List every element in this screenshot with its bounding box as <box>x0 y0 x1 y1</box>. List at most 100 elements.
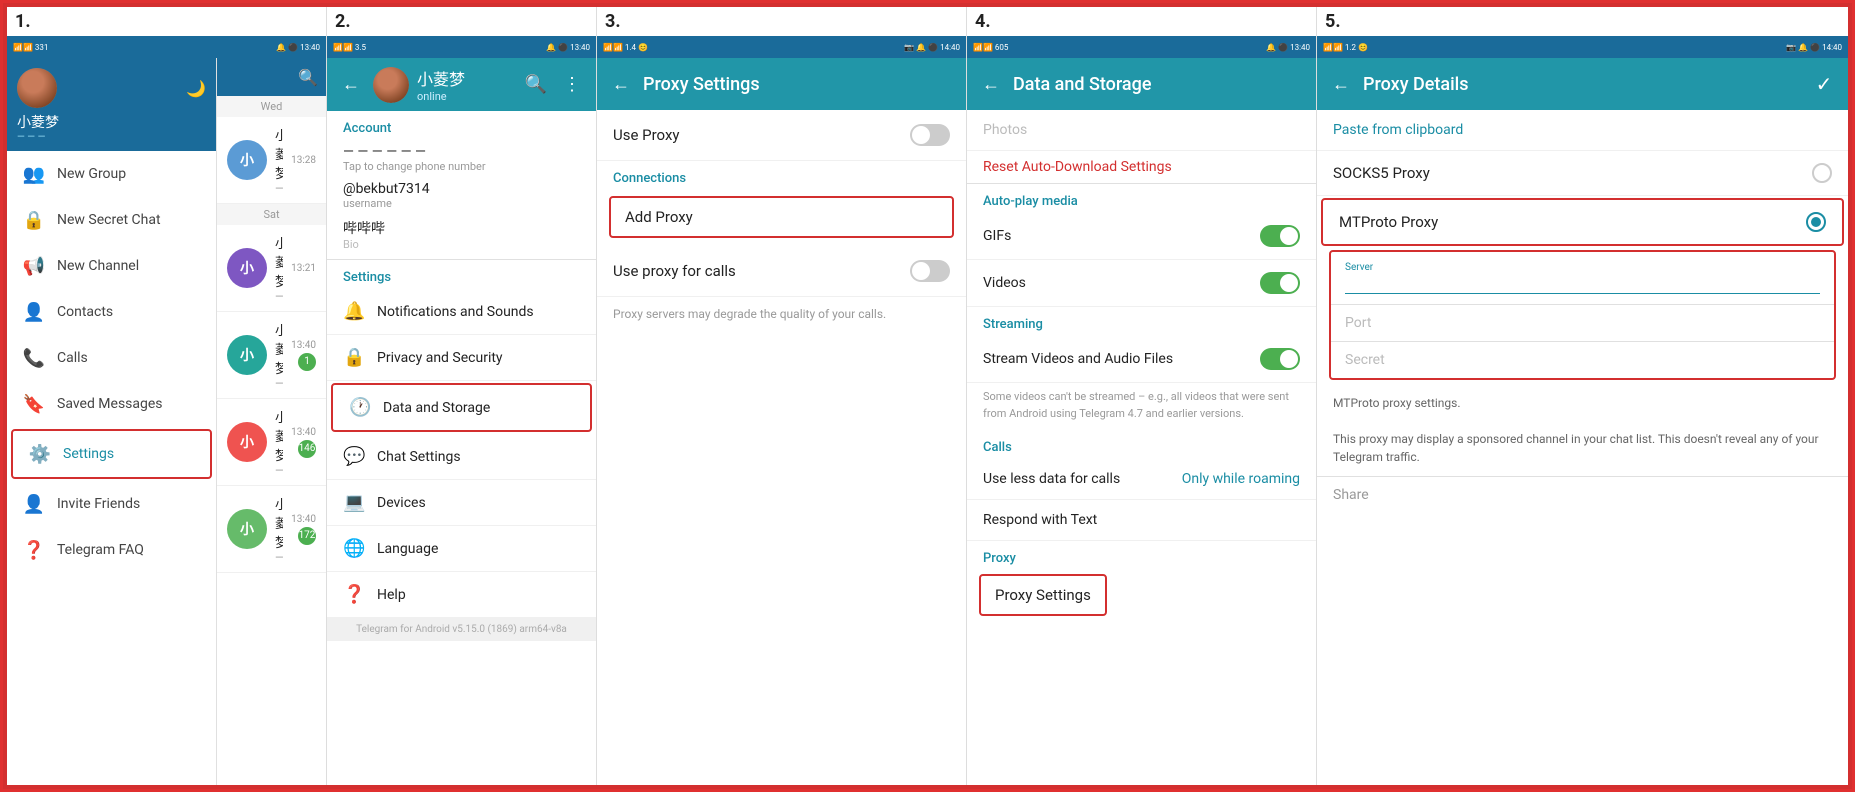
photos-row: Photos <box>967 110 1316 151</box>
chat-item[interactable]: 小 小菱梦 — — — 13:40 146 <box>217 399 326 486</box>
use-proxy-toggle[interactable] <box>910 124 950 146</box>
respond-label: Respond with Text <box>983 512 1097 528</box>
sidebar-item-new-channel[interactable]: 📢 New Channel <box>7 243 216 289</box>
mtproto-radio[interactable] <box>1806 212 1826 232</box>
sidebar-item-new-secret-chat[interactable]: 🔒 New Secret Chat <box>7 197 216 243</box>
status-left-5: 📶📶 1.2 😊 <box>1323 43 1368 52</box>
share-label[interactable]: Share <box>1333 487 1369 503</box>
settings-item-privacy[interactable]: 🔒 Privacy and Security <box>327 335 596 381</box>
proxy-desc: Proxy servers may degrade the quality of… <box>597 297 966 331</box>
sidebar-item-calls[interactable]: 📞 Calls <box>7 335 216 381</box>
use-proxy-calls-label: Use proxy for calls <box>613 262 736 280</box>
streaming-title: Streaming <box>967 307 1316 336</box>
sidebar-item-contacts[interactable]: 👤 Contacts <box>7 289 216 335</box>
status-bar-1: 📶📶 331 🔔 ⚫ 13:40 <box>7 36 326 58</box>
stream-row: Stream Videos and Audio Files <box>967 336 1316 383</box>
server-input[interactable] <box>1345 275 1820 294</box>
back-button-5[interactable]: ← <box>1327 70 1355 98</box>
use-proxy-calls-toggle[interactable] <box>910 260 950 282</box>
chat-meta: 13:40 146 <box>291 427 316 458</box>
settings-item-devices[interactable]: 💻 Devices <box>327 480 596 526</box>
moon-icon[interactable]: 🌙 <box>186 79 206 98</box>
add-proxy-button[interactable]: Add Proxy <box>609 196 954 238</box>
chat-info: 小菱梦 — — — <box>275 233 283 303</box>
socks5-radio[interactable] <box>1812 163 1832 183</box>
tg-version: Telegram for Android v5.15.0 (1869) arm6… <box>327 618 596 641</box>
step-1-label: 1. <box>7 7 326 36</box>
sidebar-item-settings[interactable]: ⚙️ Settings <box>11 429 212 479</box>
back-button-3[interactable]: ← <box>607 70 635 98</box>
chat-name: 小菱梦 <box>275 407 283 464</box>
group-icon: 👥 <box>23 163 45 185</box>
chat-badge: 1 <box>298 353 316 371</box>
help-icon: ❓ <box>343 584 365 605</box>
videos-label: Videos <box>983 275 1026 291</box>
chat-item[interactable]: 小 小菱梦 — — — 13:40 172 <box>217 486 326 573</box>
search-icon[interactable]: 🔍 <box>298 68 318 87</box>
gifs-toggle[interactable] <box>1260 225 1300 247</box>
settings-item-notifications[interactable]: 🔔 Notifications and Sounds <box>327 289 596 335</box>
server-field: Server <box>1331 252 1834 305</box>
socks5-row: SOCKS5 Proxy <box>1317 151 1848 196</box>
panel-3: 3. 📶📶 1.4 😊 📷 🔔 ⚫ 14:40 ← Proxy Settings… <box>597 7 967 785</box>
notifications-icon: 🔔 <box>343 301 365 322</box>
status-left-1: 📶📶 331 <box>13 43 48 52</box>
chat-preview: — — — <box>275 377 283 390</box>
settings-item-data-storage[interactable]: 🕐 Data and Storage <box>331 383 592 432</box>
p1-header-row: 🌙 <box>17 68 206 108</box>
back-button-2[interactable]: ← <box>337 71 365 99</box>
reset-label[interactable]: Reset Auto-Download Settings <box>983 159 1172 175</box>
settings-item-help[interactable]: ❓ Help <box>327 572 596 618</box>
back-button-4[interactable]: ← <box>977 70 1005 98</box>
status-right-5: 📷 🔔 ⚫ 14:40 <box>1786 43 1842 52</box>
contacts-label: Contacts <box>57 304 113 320</box>
search-icon-2[interactable]: 🔍 <box>522 71 550 99</box>
status-bar-4: 📶📶 605 🔔 ⚫ 13:40 <box>967 36 1316 58</box>
panel2-scroll: Account — — — — — — Tap to change phone … <box>327 111 596 785</box>
menu-icon-2[interactable]: ⋮ <box>558 71 586 99</box>
stream-toggle[interactable] <box>1260 348 1300 370</box>
invite-friends-label: Invite Friends <box>57 496 140 512</box>
sidebar-item-new-group[interactable]: 👥 New Group <box>7 151 216 197</box>
data-storage-title: Data and Storage <box>1013 74 1306 95</box>
chat-time: 13:40 <box>291 514 316 525</box>
calls-label: Calls <box>57 350 88 366</box>
panel2-header: ← 小菱梦 online 🔍 ⋮ <box>327 58 596 111</box>
less-data-row: Use less data for calls Only while roami… <box>967 459 1316 500</box>
settings-item-language[interactable]: 🌐 Language <box>327 526 596 572</box>
connections-title: Connections <box>597 161 966 192</box>
notifications-label: Notifications and Sounds <box>377 304 534 320</box>
paste-from-clipboard[interactable]: Paste from clipboard <box>1317 110 1848 151</box>
panel3-header: ← Proxy Settings <box>597 58 966 110</box>
chat-info: 小菱梦 — — — <box>275 125 283 195</box>
sidebar-item-saved-messages[interactable]: 🔖 Saved Messages <box>7 381 216 427</box>
panel-2: 2. 📶📶 3.5 🔔 ⚫ 13:40 ← 小菱梦 online 🔍 ⋮ Acc… <box>327 7 597 785</box>
new-channel-label: New Channel <box>57 258 139 274</box>
chat-item[interactable]: 小 小菱梦 — — — 13:21 <box>217 225 326 312</box>
less-data-value[interactable]: Only while roaming <box>1182 471 1300 487</box>
note-1: MTProto proxy settings. <box>1333 396 1461 410</box>
chat-item[interactable]: 小 小菱梦 — — — 13:28 <box>217 117 326 204</box>
proxy-section-title: Proxy <box>967 541 1316 570</box>
sidebar-item-invite-friends[interactable]: 👤 Invite Friends <box>7 481 216 527</box>
sidebar-item-faq[interactable]: ❓ Telegram FAQ <box>7 527 216 573</box>
status-bar-3: 📶📶 1.4 😊 📷 🔔 ⚫ 14:40 <box>597 36 966 58</box>
stream-desc: Some videos can't be streamed – e.g., al… <box>967 383 1316 430</box>
videos-row: Videos <box>967 260 1316 307</box>
settings-item-chat[interactable]: 💬 Chat Settings <box>327 434 596 480</box>
p2-header-name: 小菱梦 <box>417 66 514 90</box>
gifs-row: GIFs <box>967 213 1316 260</box>
privacy-label: Privacy and Security <box>377 350 503 366</box>
reset-row[interactable]: Reset Auto-Download Settings <box>967 151 1316 184</box>
videos-toggle[interactable] <box>1260 272 1300 294</box>
chat-item[interactable]: 小 小菱梦 — — — 13:40 1 <box>217 312 326 399</box>
main-container: 1. 📶📶 331 🔔 ⚫ 13:40 🌙 <box>3 3 1852 789</box>
avatar <box>17 68 57 108</box>
proxy-settings-button[interactable]: Proxy Settings <box>979 574 1107 616</box>
header-title-area-2: 小菱梦 online <box>417 66 514 103</box>
checkmark-button[interactable]: ✓ <box>1810 70 1838 98</box>
account-username: @bekbut7314 <box>343 181 580 197</box>
chat-avatar: 小 <box>227 248 267 288</box>
secret-placeholder: Secret <box>1345 352 1385 368</box>
account-name-display: — — — — — — Tap to change phone number <box>327 140 596 177</box>
